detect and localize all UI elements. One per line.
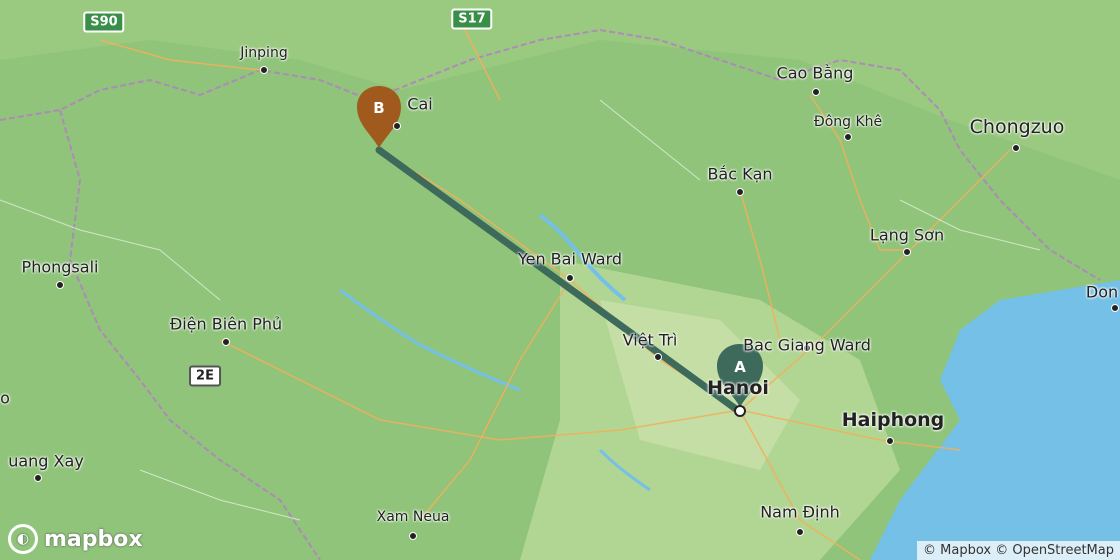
road-shield-s90: S90	[83, 11, 125, 33]
label-nam-dinh: Nam Định	[760, 502, 840, 522]
city-dot-lang-son	[903, 248, 911, 256]
label-cai: Cai	[407, 94, 433, 114]
label-bac-kan: Bắc Kạn	[707, 164, 773, 184]
attribution[interactable]: © Mapbox © OpenStreetMap	[917, 541, 1120, 560]
city-dot-don	[1111, 304, 1119, 312]
label-hanoi: Hanoi	[707, 377, 769, 399]
label-lang-son: Lạng Sơn	[869, 225, 945, 245]
label-cao-bang: Cao Bằng	[776, 63, 854, 83]
label-don: Don	[1085, 282, 1119, 302]
city-dot-chongzuo	[1012, 144, 1020, 152]
label-viet-tri: Việt Trì	[622, 330, 678, 350]
city-dot-xam-neua	[409, 532, 417, 540]
city-dot-quang-xay	[34, 474, 42, 482]
label-chongzuo: Chongzuo	[969, 116, 1065, 138]
label-phongsali: Phongsali	[21, 257, 99, 277]
label-quang-xay: uang Xay	[8, 451, 84, 471]
city-dot-dong-khe	[844, 133, 852, 141]
city-dot-cai	[393, 122, 401, 130]
city-dot-haiphong	[886, 437, 894, 445]
label-dien-bien-phu: Điện Biên Phủ	[169, 314, 283, 334]
svg-text:A: A	[734, 358, 746, 376]
label-bac-giang: Bac Giang Ward	[743, 335, 871, 355]
mapbox-logo-icon: ◐	[8, 524, 38, 554]
label-xam-neua: Xam Neua	[376, 509, 450, 525]
map-base: A B	[0, 0, 1120, 560]
mapbox-logo[interactable]: ◐ mapbox	[8, 524, 143, 554]
road-shield-2e: 2E	[189, 365, 221, 387]
city-dot-bac-kan	[736, 188, 744, 196]
mapbox-logo-text: mapbox	[44, 526, 143, 552]
label-partial: o	[0, 388, 10, 408]
city-dot-cao-bang	[812, 88, 820, 96]
label-jinping: Jinping	[240, 45, 288, 61]
map-canvas[interactable]: A B Jinping Cai Cao Bằng Đông Khê Chongz…	[0, 0, 1120, 560]
road-shield-s17: S17	[451, 8, 493, 30]
label-haiphong: Haiphong	[841, 409, 945, 431]
city-dot-jinping	[260, 66, 268, 74]
city-dot-yen-bai	[566, 274, 574, 282]
city-dot-dien-bien-phu	[222, 338, 230, 346]
svg-text:B: B	[373, 99, 384, 117]
label-yen-bai: Yen Bai Ward	[517, 249, 623, 269]
city-dot-viet-tri	[654, 353, 662, 361]
city-dot-nam-dinh	[796, 528, 804, 536]
label-dong-khe: Đông Khê	[813, 114, 883, 130]
city-dot-phongsali	[56, 281, 64, 289]
